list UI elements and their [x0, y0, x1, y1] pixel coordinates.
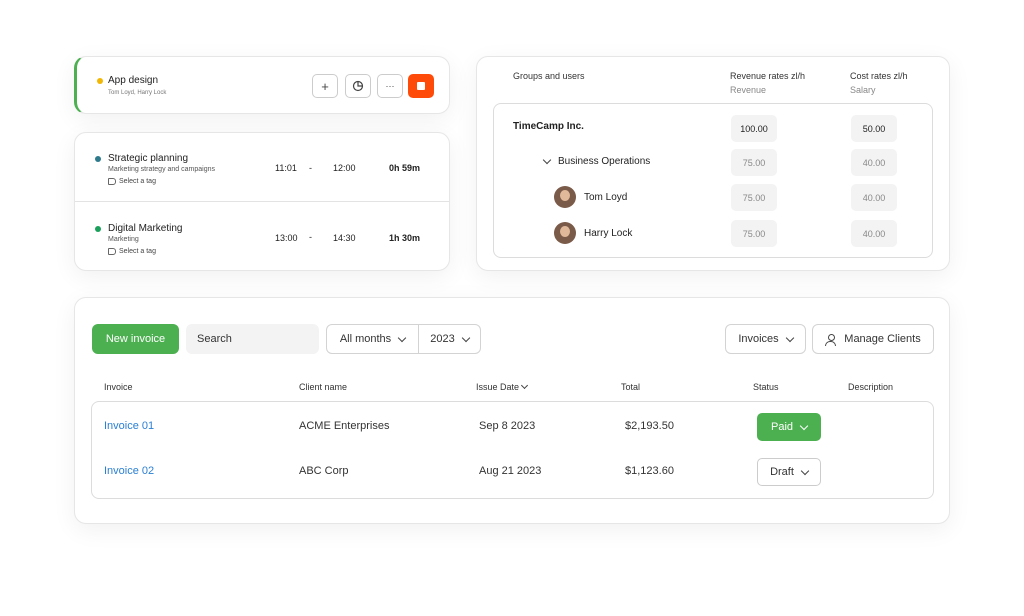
invoice-link[interactable]: Invoice 02: [104, 465, 154, 477]
user-name: Tom Loyd: [554, 186, 627, 208]
column-header-issue-date[interactable]: Issue Date: [476, 381, 529, 392]
avatar: [554, 222, 576, 244]
cost-rate-input[interactable]: 40.00: [851, 149, 897, 176]
stop-timer-button[interactable]: [408, 74, 434, 98]
column-header-total: Total: [621, 382, 641, 392]
status-label: Paid: [770, 421, 794, 433]
entry-end-time[interactable]: 14:30: [333, 233, 356, 243]
status-label: Draft: [770, 466, 794, 478]
tag-label: Select a tag: [119, 248, 156, 255]
column-header-client: Client name: [299, 382, 348, 392]
project-color-dot: [97, 78, 103, 84]
client-name: ABC Corp: [299, 465, 349, 477]
user-icon: [825, 333, 837, 346]
add-button[interactable]: +: [312, 74, 338, 98]
time-entry[interactable]: Strategic planning Marketing strategy an…: [75, 133, 449, 202]
invoice-link[interactable]: Invoice 01: [104, 420, 154, 432]
project-color-dot: [95, 226, 101, 232]
months-label: All months: [339, 333, 392, 345]
entry-title: Digital Marketing: [108, 223, 183, 234]
revenue-rate-input[interactable]: 75.00: [731, 220, 777, 247]
manage-clients-label: Manage Clients: [844, 333, 921, 345]
groups-header: Groups and users: [513, 71, 585, 81]
timer-task-title: App design: [108, 75, 159, 86]
chevron-down-icon: [461, 333, 470, 342]
search-input[interactable]: Search: [186, 324, 319, 354]
revenue-rates-header: Revenue rates zl/h: [730, 71, 806, 81]
invoices-dropdown[interactable]: Invoices: [725, 324, 806, 354]
cost-rate-input[interactable]: 40.00: [851, 220, 897, 247]
column-header-status: Status: [753, 382, 779, 392]
year-label: 2023: [430, 333, 455, 345]
cost-subheader: Salary: [850, 85, 876, 95]
entry-subtitle: Marketing strategy and campaigns: [108, 166, 215, 173]
time-separator: -: [309, 163, 312, 173]
manage-clients-button[interactable]: Manage Clients: [812, 324, 934, 354]
cost-rate-input[interactable]: 40.00: [851, 184, 897, 211]
select-tag-button[interactable]: Select a tag: [108, 178, 156, 185]
time-entry[interactable]: Digital Marketing Marketing Select a tag…: [75, 203, 449, 272]
entry-start-time[interactable]: 11:01: [275, 163, 297, 173]
cost-rates-header: Cost rates zl/h: [850, 71, 908, 81]
revenue-rate-input[interactable]: 75.00: [731, 149, 777, 176]
invoice-total: $2,193.50: [625, 420, 674, 432]
entry-end-time[interactable]: 12:00: [333, 163, 356, 173]
sort-chevron-icon: [520, 381, 529, 390]
revenue-rate-input[interactable]: 75.00: [731, 184, 777, 211]
revenue-rate-input[interactable]: 100.00: [731, 115, 777, 142]
pie-chart-icon: [352, 80, 364, 92]
column-header-invoice: Invoice: [104, 382, 133, 392]
months-dropdown[interactable]: All months: [326, 324, 419, 354]
project-color-dot: [95, 156, 101, 162]
report-button[interactable]: [345, 74, 371, 98]
more-options-button[interactable]: ···: [377, 74, 403, 98]
revenue-subheader: Revenue: [730, 85, 767, 95]
column-header-description: Description: [848, 382, 894, 392]
group-name: TimeCamp Inc.: [513, 121, 584, 132]
issue-date: Aug 21 2023: [479, 465, 542, 477]
tag-icon: [108, 248, 116, 255]
active-timer-card: App design Tom Loyd, Harry Lock + ···: [74, 56, 450, 114]
chevron-down-icon: [542, 155, 552, 165]
status-dropdown[interactable]: Draft: [757, 458, 821, 486]
tag-icon: [108, 178, 116, 185]
timer-users: Tom Loyd, Harry Lock: [108, 90, 167, 96]
more-icon: ···: [385, 81, 395, 91]
tag-label: Select a tag: [119, 178, 156, 185]
entry-title: Strategic planning: [108, 153, 189, 164]
chevron-down-icon: [785, 333, 794, 342]
subgroup-name[interactable]: Business Operations: [542, 155, 650, 167]
user-name: Harry Lock: [554, 222, 632, 244]
entry-duration: 1h 30m: [389, 233, 421, 243]
select-tag-button[interactable]: Select a tag: [108, 248, 156, 255]
entry-duration: 0h 59m: [389, 163, 421, 173]
entry-start-time[interactable]: 13:00: [275, 233, 298, 243]
status-dropdown[interactable]: Paid: [757, 413, 821, 441]
time-entries-card: Strategic planning Marketing strategy an…: [74, 132, 450, 271]
new-invoice-button[interactable]: New invoice: [92, 324, 179, 354]
billing-rates-card: Groups and users Revenue rates zl/h Reve…: [476, 56, 950, 271]
plus-icon: +: [321, 78, 329, 94]
issue-date: Sep 8 2023: [479, 420, 536, 432]
invoices-table: Invoice 01 ACME Enterprises Sep 8 2023 $…: [91, 401, 934, 499]
chevron-down-icon: [799, 421, 809, 430]
avatar: [554, 186, 576, 208]
chevron-down-icon: [397, 333, 407, 342]
invoices-label: Invoices: [738, 333, 779, 345]
rates-table: TimeCamp Inc. 100.00 50.00 Business Oper…: [493, 103, 933, 258]
invoice-total: $1,123.60: [625, 465, 674, 477]
year-dropdown[interactable]: 2023: [418, 324, 481, 354]
invoices-card: New invoice Search All months 2023 Invoi…: [74, 297, 950, 524]
client-name: ACME Enterprises: [299, 420, 390, 432]
time-separator: -: [309, 232, 312, 242]
cost-rate-input[interactable]: 50.00: [851, 115, 897, 142]
chevron-down-icon: [800, 466, 810, 475]
entry-subtitle: Marketing: [108, 236, 139, 243]
stop-icon: [417, 82, 425, 90]
